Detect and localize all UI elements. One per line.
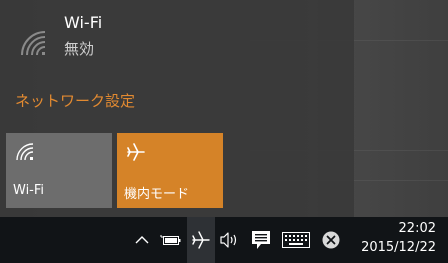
airplane-icon	[192, 231, 210, 249]
clock-time: 22:02	[398, 221, 436, 236]
wifi-network-item[interactable]: Wi-Fi 無効	[0, 0, 354, 70]
wifi-tile-label: Wi-Fi	[13, 183, 45, 198]
volume-button[interactable]	[217, 217, 243, 263]
airplane-icon	[127, 143, 145, 161]
battery-button[interactable]	[157, 217, 185, 263]
battery-icon	[160, 235, 181, 245]
action-center-button[interactable]	[247, 217, 275, 263]
airplane-tile-label: 機内モード	[124, 187, 190, 202]
wifi-icon	[16, 143, 34, 161]
keyboard-icon	[282, 232, 310, 248]
action-center-icon	[252, 231, 270, 249]
airplane-mode-tile[interactable]: 機内モード	[117, 133, 223, 208]
network-airplane-button[interactable]	[187, 217, 215, 263]
wifi-network-name: Wi-Fi	[64, 13, 103, 32]
network-flyout: Wi-Fi 無効 ネットワーク設定 Wi-Fi 機内モード	[0, 0, 354, 217]
volume-icon	[220, 232, 237, 248]
touch-keyboard-button[interactable]	[279, 217, 313, 263]
clock-date: 2015/12/22	[361, 240, 436, 255]
network-settings-link[interactable]: ネットワーク設定	[15, 90, 135, 111]
wifi-network-status: 無効	[64, 40, 95, 58]
close-circle-icon	[322, 231, 340, 249]
taskbar: 22:02 2015/12/22	[0, 217, 448, 263]
chevron-up-icon	[135, 236, 149, 244]
close-button[interactable]	[318, 217, 344, 263]
wifi-toggle-tile[interactable]: Wi-Fi	[6, 133, 112, 208]
show-hidden-icons-button[interactable]	[131, 217, 153, 263]
wifi-icon	[21, 31, 46, 56]
taskbar-clock[interactable]: 22:02 2015/12/22	[348, 217, 448, 263]
